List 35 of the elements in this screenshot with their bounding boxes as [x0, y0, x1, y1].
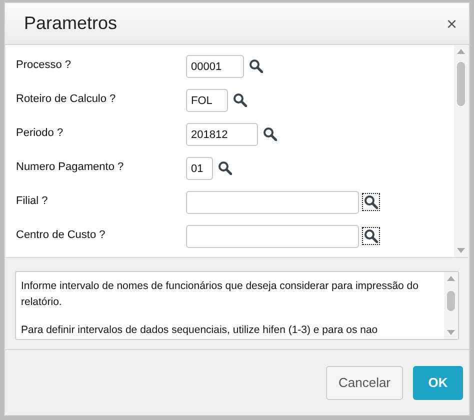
- field-label: Roteiro de Calculo ?: [16, 92, 117, 107]
- input-field[interactable]: 201812: [186, 123, 258, 146]
- help-text: Informe intervalo de nomes de funcionários que deseja considerar para impressão do relatório.: [21, 279, 420, 310]
- scrollbar-thumb[interactable]: [457, 62, 465, 106]
- lookup-button[interactable]: [261, 125, 279, 143]
- field-label: Processo ?: [16, 58, 72, 73]
- search-icon: [263, 127, 277, 141]
- lookup-button[interactable]: [362, 227, 380, 245]
- dialog-title: Parametros: [24, 12, 118, 35]
- input-field[interactable]: FOL: [186, 89, 228, 112]
- field-label: Periodo ?: [16, 126, 64, 141]
- scrollbar-thumb[interactable]: [447, 291, 455, 311]
- input-field[interactable]: 00001: [186, 55, 244, 78]
- input-field[interactable]: 01: [186, 157, 213, 180]
- search-icon: [364, 195, 378, 209]
- search-icon: [218, 161, 232, 175]
- search-icon: [364, 229, 378, 243]
- scroll-up-icon[interactable]: [457, 49, 465, 54]
- field-label: Centro de Custo ?: [16, 228, 106, 243]
- scroll-up-icon[interactable]: [447, 276, 455, 281]
- lookup-button[interactable]: [362, 193, 380, 211]
- lookup-button[interactable]: [216, 159, 234, 177]
- search-icon: [249, 59, 263, 73]
- cancel-button[interactable]: Cancelar: [326, 366, 403, 400]
- close-button[interactable]: ×: [446, 14, 457, 32]
- lookup-button[interactable]: [247, 57, 265, 75]
- field-label: Numero Pagamento ?: [16, 160, 125, 175]
- help-text: Para definir intervalos de dados sequenciais, utilize hifen (1-3) e para os nao: [21, 323, 379, 338]
- input-field[interactable]: [186, 191, 359, 214]
- scroll-down-icon[interactable]: [457, 248, 465, 253]
- field-label: Filial ?: [16, 194, 49, 209]
- input-field[interactable]: [186, 225, 359, 248]
- lookup-button[interactable]: [231, 91, 249, 109]
- scroll-down-icon[interactable]: [447, 330, 455, 335]
- search-icon: [233, 93, 247, 107]
